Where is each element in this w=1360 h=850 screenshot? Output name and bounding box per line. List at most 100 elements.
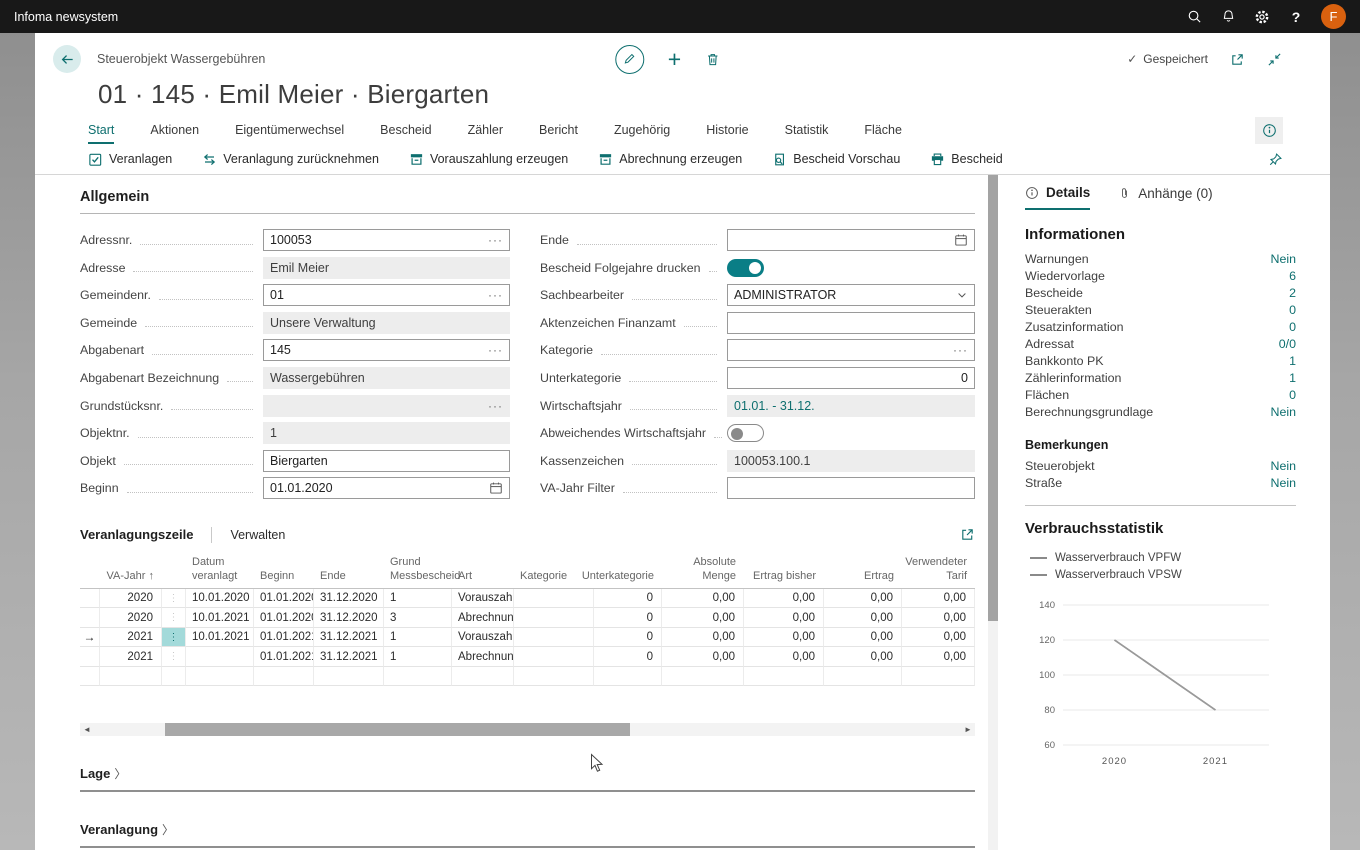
row-selector[interactable] — [80, 647, 100, 667]
tab-start[interactable]: Start — [88, 118, 115, 144]
table-cell[interactable]: 0,00 — [824, 588, 902, 609]
column-header[interactable]: Datum veranlagt — [186, 553, 254, 589]
scroll-left-arrow-icon[interactable]: ◄ — [80, 725, 94, 734]
table-cell[interactable]: 01.01.2020 — [254, 608, 314, 628]
input-gemeindenr-[interactable]: 01 ··· — [263, 284, 510, 307]
tab-aktionen[interactable]: Aktionen — [150, 118, 199, 144]
row-options-dots[interactable]: ⋮ — [162, 627, 186, 648]
table-cell[interactable]: 0,00 — [662, 588, 744, 609]
row-selector[interactable] — [80, 588, 100, 609]
table-cell[interactable]: 0,00 — [662, 647, 744, 667]
column-header[interactable]: Verwendeter Tarif — [902, 553, 975, 589]
user-avatar[interactable]: F — [1321, 4, 1346, 29]
input-abgabenart[interactable]: 145 ··· — [263, 339, 510, 362]
table-cell[interactable]: 10.01.2021 — [186, 627, 254, 648]
factbox-value-link[interactable]: Nein — [1271, 252, 1296, 266]
factbox-value-link[interactable]: 0 — [1289, 388, 1296, 402]
factbox-value-link[interactable]: 0/0 — [1279, 337, 1296, 351]
column-header[interactable]: Ertrag bisher — [744, 553, 824, 589]
delete-trash-icon[interactable] — [705, 52, 720, 67]
cell-va-jahr[interactable]: 2021 — [100, 627, 162, 648]
action-bescheid-vorschau[interactable]: Bescheid Vorschau — [772, 152, 900, 167]
input-ende[interactable] — [727, 229, 975, 251]
tab-bericht[interactable]: Bericht — [539, 118, 578, 144]
help-icon[interactable]: ? — [1279, 0, 1313, 33]
input-va-jahr-filter[interactable] — [727, 477, 975, 500]
settings-gear-icon[interactable] — [1245, 0, 1279, 33]
section-veranlagung[interactable]: Veranlagung 〉 — [80, 821, 975, 849]
table-cell[interactable]: 01.01.2021 — [254, 627, 314, 648]
cell-va-jahr[interactable]: 2020 — [100, 608, 162, 628]
toggle-on[interactable] — [727, 258, 764, 277]
input-kategorie[interactable]: ··· — [727, 339, 975, 362]
edit-pencil-icon[interactable] — [614, 44, 644, 74]
table-cell[interactable]: 0 — [594, 608, 662, 628]
table-cell[interactable]: 0,00 — [902, 608, 975, 628]
column-header[interactable]: Beginn — [254, 553, 314, 589]
table-cell[interactable]: Vorauszahl... — [452, 588, 514, 609]
tab-zähler[interactable]: Zähler — [468, 118, 503, 144]
input-sachbearbeiter[interactable]: ADMINISTRATOR — [727, 284, 975, 307]
factbox-value-link[interactable]: 1 — [1289, 354, 1296, 368]
action-veranlagen[interactable]: Veranlagen — [88, 152, 172, 167]
search-icon[interactable] — [1177, 0, 1211, 33]
tab-fläche[interactable]: Fläche — [864, 118, 902, 144]
table-cell[interactable]: 0,00 — [744, 647, 824, 667]
table-cell[interactable] — [514, 647, 594, 667]
calendar-icon[interactable] — [489, 481, 503, 495]
table-cell[interactable]: 0,00 — [824, 647, 902, 667]
column-header[interactable]: Grund Messbescheid — [384, 553, 460, 589]
table-cell[interactable]: 01.01.2020 — [254, 588, 314, 609]
assist-edit-dots[interactable]: ··· — [953, 343, 968, 357]
row-options-dots[interactable]: ⋮ — [162, 647, 186, 667]
column-header[interactable]: Ende — [314, 553, 384, 589]
table-cell[interactable]: 10.01.2020 — [186, 588, 254, 609]
action-bescheid[interactable]: Bescheid — [930, 152, 1003, 167]
collapse-window-icon[interactable] — [1267, 52, 1282, 67]
table-cell[interactable]: Abrechnung — [452, 647, 514, 667]
table-cell[interactable]: 0,00 — [662, 627, 744, 648]
cell-va-jahr[interactable]: 2021 — [100, 647, 162, 667]
factbox-value-link[interactable]: 1 — [1289, 371, 1296, 385]
action-veranlagung-zurücknehmen[interactable]: Veranlagung zurücknehmen — [202, 152, 379, 167]
input-unterkategorie[interactable]: 0 — [727, 366, 975, 389]
factbox-info-icon[interactable] — [1255, 117, 1283, 144]
table-cell[interactable]: 31.12.2020 — [314, 608, 384, 628]
table-cell[interactable]: 1 — [384, 588, 452, 609]
input-adressnr-[interactable]: 100053 ··· — [263, 229, 510, 251]
column-header[interactable] — [162, 553, 186, 589]
factbox-tab-anhänge-0-[interactable]: Anhänge (0) — [1118, 186, 1213, 209]
chevron-down-icon[interactable] — [956, 289, 968, 301]
vertical-scrollbar[interactable] — [988, 175, 998, 850]
table-cell[interactable]: 0,00 — [902, 627, 975, 648]
input-aktenzeichen-finanzamt[interactable] — [727, 311, 975, 334]
column-header[interactable]: VA-Jahr ↑ — [100, 553, 162, 589]
horizontal-scrollbar[interactable]: ◄ ► — [80, 723, 975, 737]
table-cell[interactable]: Abrechnung — [452, 608, 514, 628]
table-cell[interactable]: 0 — [594, 627, 662, 648]
assist-edit-dots[interactable]: ··· — [488, 233, 503, 247]
row-options-dots[interactable]: ⋮ — [162, 608, 186, 628]
column-header[interactable]: Art — [452, 553, 514, 589]
vscroll-thumb[interactable] — [988, 175, 998, 621]
table-cell[interactable]: 31.12.2020 — [314, 588, 384, 609]
factbox-value-link[interactable]: Nein — [1271, 459, 1296, 473]
calendar-icon[interactable] — [954, 233, 968, 247]
column-header[interactable]: Ertrag — [824, 553, 902, 589]
factbox-value-link[interactable]: Nein — [1271, 476, 1296, 490]
input-beginn[interactable]: 01.01.2020 — [263, 477, 510, 500]
column-header[interactable]: Unterkategorie — [582, 553, 662, 589]
row-selector[interactable] — [80, 608, 100, 628]
row-selector[interactable]: → — [80, 627, 100, 648]
table-cell[interactable]: 0,00 — [744, 608, 824, 628]
table-cell[interactable]: 1 — [384, 647, 452, 667]
table-cell[interactable] — [514, 608, 594, 628]
tab-zugehörig[interactable]: Zugehörig — [614, 118, 670, 144]
section-title-allgemein[interactable]: Allgemein — [80, 189, 975, 214]
assist-edit-dots[interactable]: ··· — [488, 343, 503, 357]
action-vorauszahlung-erzeugen[interactable]: Vorauszahlung erzeugen — [409, 152, 568, 167]
input-objekt[interactable]: Biergarten — [263, 449, 510, 472]
table-cell[interactable] — [514, 588, 594, 609]
back-button[interactable] — [53, 45, 81, 73]
table-cell[interactable]: 0,00 — [744, 588, 824, 609]
